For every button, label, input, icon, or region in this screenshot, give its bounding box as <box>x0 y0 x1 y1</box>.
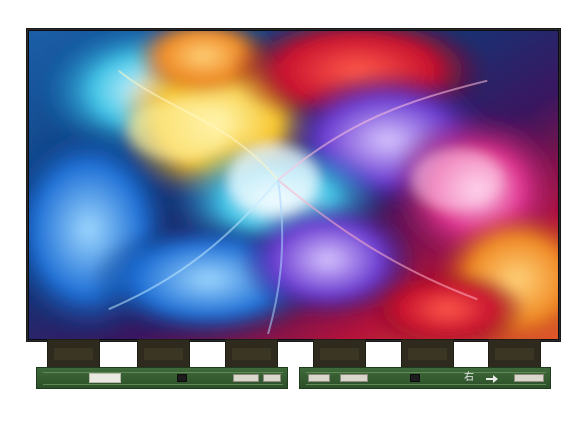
ic-chip <box>177 374 187 382</box>
cof-film-2 <box>137 339 190 369</box>
ffc-connector <box>514 374 544 382</box>
cof-film-1 <box>47 339 100 369</box>
barcode-label <box>89 373 121 383</box>
silkscreen-text: 右 <box>464 372 474 383</box>
cof-film-6 <box>488 339 541 369</box>
arrow-right-icon <box>486 375 498 383</box>
cof-film-3 <box>225 339 278 369</box>
cof-film-5 <box>401 339 454 369</box>
ffc-connector <box>263 374 281 382</box>
ffc-connector <box>340 374 368 382</box>
ffc-connector <box>233 374 259 382</box>
screen-artwork <box>29 31 558 339</box>
ic-chip <box>410 374 420 382</box>
display-panel <box>26 28 561 342</box>
ffc-connector <box>308 374 330 382</box>
abstract-flower-image <box>29 31 558 339</box>
source-board-left <box>36 367 288 389</box>
cof-film-4 <box>313 339 366 369</box>
source-board-right: 右 <box>299 367 551 389</box>
